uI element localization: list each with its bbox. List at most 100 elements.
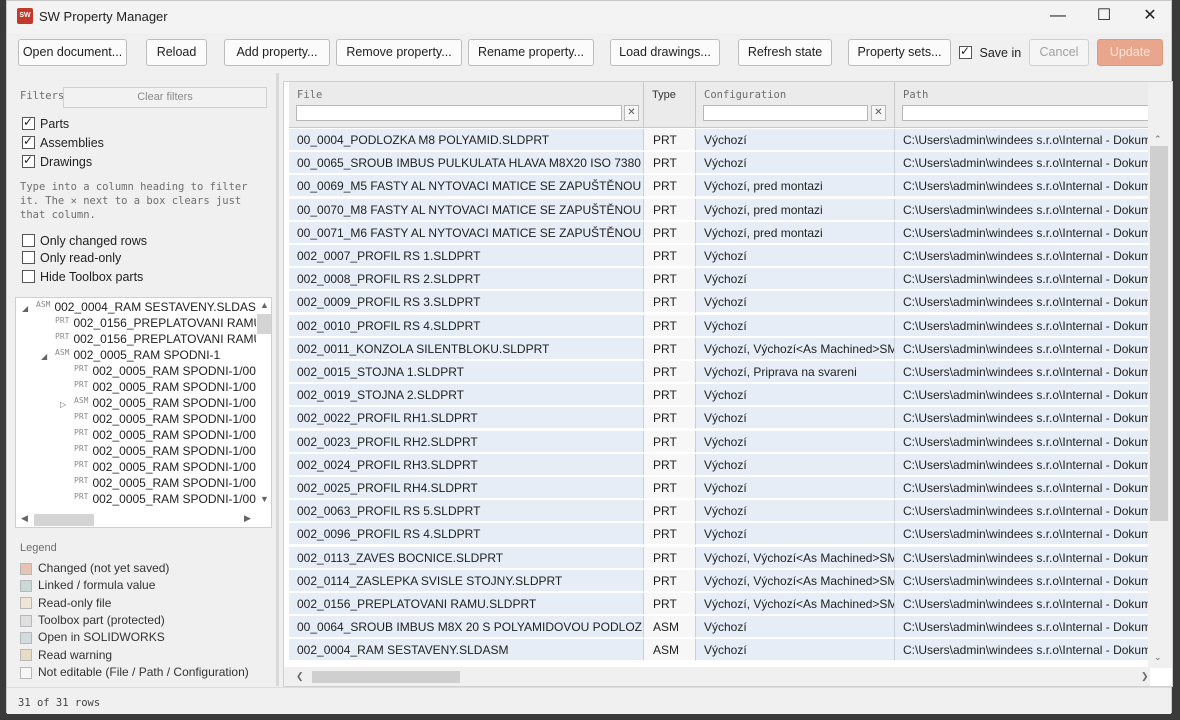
table-row[interactable]: 002_0023_PROFIL RH2.SLDPRT PRT Výchozí C:\U…: [289, 430, 1149, 454]
reload-button[interactable]: Reload: [146, 39, 207, 66]
configuration-cell[interactable]: Výchozí: [696, 639, 895, 662]
type-cell[interactable]: PRT: [644, 546, 696, 569]
remove-property-button[interactable]: Remove property...: [336, 39, 462, 66]
tree-item[interactable]: ◢ ASM 002_0005_RAM SPODNI-1: [41, 348, 220, 364]
configuration-cell[interactable]: Výchozí: [696, 384, 895, 407]
table-row[interactable]: 002_0096_PROFIL RS 4.SLDPRT PRT Výchozí C:\…: [289, 523, 1149, 546]
type-cell[interactable]: PRT: [644, 500, 696, 523]
tree-item[interactable]: ◢ ASM 002_0004_RAM SESTAVENY.SLDASM: [22, 300, 266, 316]
tree-item[interactable]: PRT 002_0005_RAM SPODNI-1/002: [60, 444, 263, 460]
file-cell[interactable]: 002_0022_PROFIL RH1.SLDPRT: [289, 407, 644, 430]
configuration-cell[interactable]: Výchozí, Priprava na svareni: [696, 361, 895, 383]
tree-item[interactable]: PRT 002_0005_RAM SPODNI-1/002: [60, 476, 263, 492]
path-cell[interactable]: C:\Users\admin\windees s.r.o\Internal - …: [895, 129, 1149, 151]
table-row[interactable]: 002_0015_STOJNA 1.SLDPRT PRT Výchozí, Prip…: [289, 361, 1149, 384]
table-row[interactable]: 002_0113_ZAVES BOCNICE.SLDPRT PRT Výchozí,…: [289, 546, 1149, 570]
type-cell[interactable]: PRT: [644, 152, 696, 175]
assemblies-check-icon[interactable]: [22, 134, 35, 150]
tree-item[interactable]: PRT 002_0005_RAM SPODNI-1/002: [60, 412, 263, 428]
property-sets-button[interactable]: Property sets...: [848, 39, 951, 66]
path-cell[interactable]: C:\Users\admin\windees s.r.o\Internal - …: [895, 593, 1149, 615]
file-cell[interactable]: 00_0071_M6 FASTY AL NYTOVACI MATICE SE Z…: [289, 221, 644, 244]
file-cell[interactable]: 002_0010_PROFIL RS 4.SLDPRT: [289, 314, 644, 337]
file-cell[interactable]: 002_0019_STOJNA 2.SLDPRT: [289, 384, 644, 407]
path-cell[interactable]: C:\Users\admin\windees s.r.o\Internal - …: [895, 245, 1149, 267]
file-cell[interactable]: 002_0015_STOJNA 1.SLDPRT: [289, 361, 644, 383]
tree-item[interactable]: PRT 002_0156_PREPLATOVANI RAMU-1: [41, 316, 271, 332]
type-cell[interactable]: PRT: [644, 221, 696, 244]
path-cell[interactable]: C:\Users\admin\windees s.r.o\Internal - …: [895, 546, 1149, 569]
grid-horizontal-scrollbar[interactable]: ❮ ❯: [284, 667, 1150, 686]
table-row[interactable]: 00_0065_SROUB IMBUS PULKULATA HLAVA M8X2…: [289, 152, 1149, 175]
hide-toolbox-check-icon[interactable]: [22, 270, 35, 284]
assemblies-checkbox[interactable]: Assemblies: [22, 134, 104, 150]
type-cell[interactable]: PRT: [644, 453, 696, 476]
grid-hscroll-thumb[interactable]: [312, 671, 460, 683]
tree-horizontal-scrollbar[interactable]: ◀ ▶: [16, 511, 271, 527]
table-row[interactable]: 00_0069_M5 FASTY AL NYTOVACI MATICE SE Z…: [289, 175, 1149, 198]
configuration-cell[interactable]: Výchozí: [696, 616, 895, 639]
tree-vertical-scrollbar[interactable]: ▲ ▼: [256, 298, 271, 512]
configuration-cell[interactable]: Výchozí: [696, 430, 895, 453]
type-cell[interactable]: PRT: [644, 245, 696, 267]
file-cell[interactable]: 002_0025_PROFIL RH4.SLDPRT: [289, 477, 644, 499]
type-cell[interactable]: PRT: [644, 175, 696, 198]
configuration-cell[interactable]: Výchozí: [696, 453, 895, 476]
path-cell[interactable]: C:\Users\admin\windees s.r.o\Internal - …: [895, 361, 1149, 383]
type-cell[interactable]: PRT: [644, 129, 696, 151]
close-icon[interactable]: ✕: [1127, 1, 1173, 33]
parts-checkbox[interactable]: Parts: [22, 115, 69, 131]
file-cell[interactable]: 002_0113_ZAVES BOCNICE.SLDPRT: [289, 546, 644, 569]
file-filter-input[interactable]: [296, 105, 622, 121]
update-button[interactable]: Update: [1097, 39, 1163, 66]
file-cell[interactable]: 00_0069_M5 FASTY AL NYTOVACI MATICE SE Z…: [289, 175, 644, 198]
path-filter-input[interactable]: [902, 105, 1152, 121]
file-cell[interactable]: 002_0007_PROFIL RS 1.SLDPRT: [289, 245, 644, 267]
path-cell[interactable]: C:\Users\admin\windees s.r.o\Internal - …: [895, 500, 1149, 523]
configuration-cell[interactable]: Výchozí, pred montazi: [696, 175, 895, 198]
table-row[interactable]: 002_0009_PROFIL RS 3.SLDPRT PRT Výchozí C:\…: [289, 291, 1149, 314]
configuration-cell[interactable]: Výchozí, Výchozí<As Machined>SM-FLAT-PAT…: [696, 546, 895, 569]
column-header-type[interactable]: Type: [644, 82, 696, 128]
column-header-file[interactable]: File ✕: [289, 82, 644, 128]
tree-hscroll-thumb[interactable]: [34, 514, 94, 526]
drawings-check-icon[interactable]: [22, 153, 35, 169]
table-row[interactable]: 002_0022_PROFIL RH1.SLDPRT PRT Výchozí C:\U…: [289, 407, 1149, 430]
path-cell[interactable]: C:\Users\admin\windees s.r.o\Internal - …: [895, 430, 1149, 453]
tree-item[interactable]: PRT 002_0005_RAM SPODNI-1/002: [60, 428, 263, 444]
tree-scroll-thumb[interactable]: [257, 314, 271, 334]
table-row[interactable]: 00_0004_PODLOZKA M8 POLYAMID.SLDPRT PRT Vý…: [289, 129, 1149, 152]
file-cell[interactable]: 00_0065_SROUB IMBUS PULKULATA HLAVA M8X2…: [289, 152, 644, 175]
path-cell[interactable]: C:\Users\admin\windees s.r.o\Internal - …: [895, 268, 1149, 291]
file-filter-clear-icon[interactable]: ✕: [624, 105, 639, 121]
path-cell[interactable]: C:\Users\admin\windees s.r.o\Internal - …: [895, 453, 1149, 476]
path-cell[interactable]: C:\Users\admin\windees s.r.o\Internal - …: [895, 477, 1149, 499]
file-cell[interactable]: 002_0023_PROFIL RH2.SLDPRT: [289, 430, 644, 453]
file-cell[interactable]: 00_0064_SROUB IMBUS M8X 20 S POLYAMIDOVO…: [289, 616, 644, 639]
minimize-icon[interactable]: —: [1035, 1, 1081, 33]
path-cell[interactable]: C:\Users\admin\windees s.r.o\Internal - …: [895, 616, 1149, 639]
parts-check-icon[interactable]: [22, 115, 35, 131]
collapse-arrow-icon[interactable]: ◢: [22, 304, 32, 313]
scroll-down-icon[interactable]: ▼: [260, 494, 269, 504]
type-cell[interactable]: ASM: [644, 616, 696, 639]
configuration-filter-clear-icon[interactable]: ✕: [871, 105, 886, 121]
file-cell[interactable]: 00_0004_PODLOZKA M8 POLYAMID.SLDPRT: [289, 129, 644, 151]
table-row[interactable]: 002_0007_PROFIL RS 1.SLDPRT PRT Výchozí C:\…: [289, 245, 1149, 268]
table-row[interactable]: 002_0063_PROFIL RS 5.SLDPRT PRT Výchozí C:\…: [289, 500, 1149, 523]
table-row[interactable]: 002_0156_PREPLATOVANI RAMU.SLDPRT PRT Vých…: [289, 593, 1149, 616]
column-header-configuration[interactable]: Configuration ✕: [696, 82, 895, 128]
maximize-icon[interactable]: ☐: [1081, 1, 1127, 33]
hide-toolbox-checkbox[interactable]: Hide Toolbox parts: [22, 269, 143, 284]
rename-property-button[interactable]: Rename property...: [468, 39, 594, 66]
load-drawings-button[interactable]: Load drawings...: [610, 39, 720, 66]
type-cell[interactable]: PRT: [644, 384, 696, 407]
table-row[interactable]: 00_0070_M8 FASTY AL NYTOVACI MATICE SE Z…: [289, 198, 1149, 222]
tree-item[interactable]: ▷ ASM 002_0005_RAM SPODNI-1/002: [60, 396, 263, 412]
configuration-cell[interactable]: Výchozí: [696, 245, 895, 267]
file-cell[interactable]: 002_0011_KONZOLA SILENTBLOKU.SLDPRT: [289, 337, 644, 360]
grid-scroll-up-icon[interactable]: ⌃: [1154, 134, 1162, 145]
file-cell[interactable]: 002_0156_PREPLATOVANI RAMU.SLDPRT: [289, 593, 644, 615]
configuration-cell[interactable]: Výchozí, Výchozí<As Machined>SM-FLAT-PAT…: [696, 337, 895, 360]
file-cell[interactable]: 002_0008_PROFIL RS 2.SLDPRT: [289, 268, 644, 291]
